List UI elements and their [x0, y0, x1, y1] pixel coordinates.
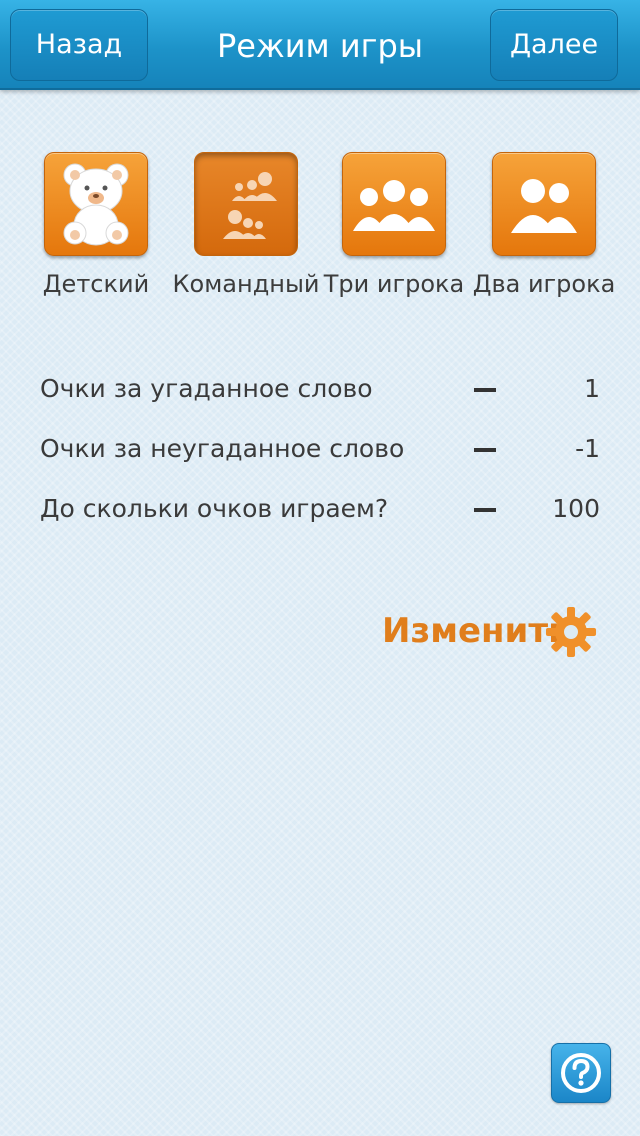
navigation-bar: Назад Режим игры Далее: [0, 0, 640, 90]
teams-icon: [194, 152, 298, 256]
mode-three-players[interactable]: Три игрока: [319, 152, 469, 298]
dash-separator: [474, 508, 496, 512]
setting-unguessed-points: Очки за неугаданное слово -1: [40, 430, 600, 470]
next-button[interactable]: Далее: [490, 9, 618, 81]
help-button[interactable]: [551, 1043, 611, 1103]
dash-separator: [474, 448, 496, 452]
next-button-label: Далее: [509, 29, 599, 60]
setting-label: Очки за угаданное слово: [40, 374, 373, 403]
change-label: Изменить: [382, 611, 570, 651]
setting-value: 100: [552, 494, 600, 523]
three-players-icon: [342, 152, 446, 256]
dash-separator: [474, 388, 496, 392]
back-button-label: Назад: [35, 29, 123, 60]
teddy-bear-icon: [44, 152, 148, 256]
mode-team[interactable]: Командный: [171, 152, 321, 298]
help-icon: [561, 1053, 601, 1093]
mode-team-label: Командный: [172, 270, 320, 298]
mode-two-players-label: Два игрока: [472, 270, 616, 298]
setting-target-score: До скольки очков играем? 100: [40, 490, 600, 530]
mode-kids-label: Детский: [42, 270, 150, 298]
two-players-icon: [492, 152, 596, 256]
setting-guessed-points: Очки за угаданное слово 1: [40, 370, 600, 410]
setting-value: -1: [575, 434, 600, 463]
setting-label: Очки за неугаданное слово: [40, 434, 405, 463]
setting-value: 1: [584, 374, 600, 403]
mode-two-players[interactable]: Два игрока: [469, 152, 619, 298]
gear-icon: [544, 605, 598, 668]
mode-kids[interactable]: Детский: [21, 152, 171, 298]
mode-three-players-label: Три игрока: [323, 270, 465, 298]
setting-label: До скольки очков играем?: [40, 494, 389, 523]
